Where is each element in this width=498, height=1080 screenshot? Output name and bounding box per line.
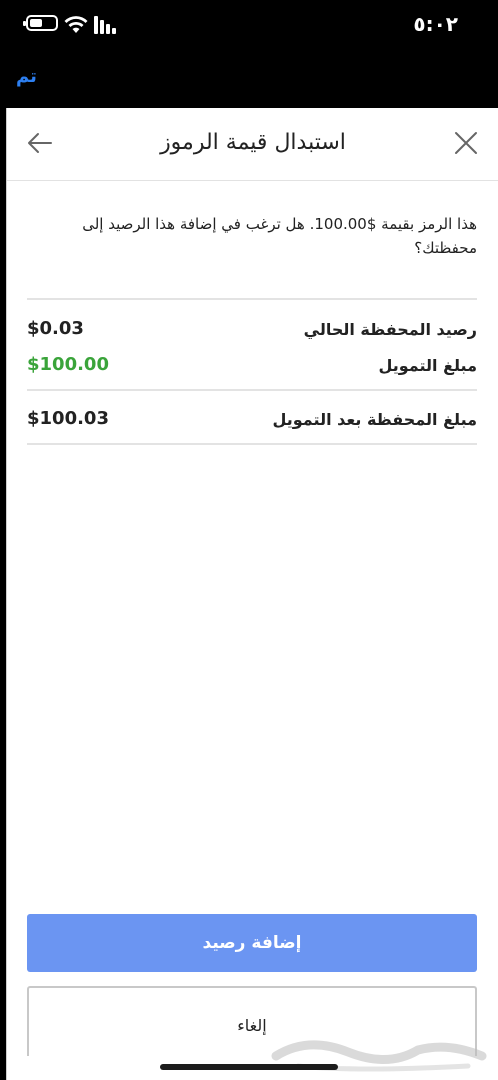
status-bar: ٥:٠٢ [0,0,498,54]
done-link[interactable]: تم [16,66,37,87]
balance-after-label: مبلغ المحفظة بعد التمويل [272,410,477,429]
balance-after-value: $100.03 [27,408,109,429]
dialog-header: استبدال قيمة الرموز [7,108,498,181]
divider [27,298,477,300]
battery-icon [23,15,58,31]
wifi-icon [64,16,88,33]
balance-after-row: مبلغ المحفظة بعد التمويل $100.03 [27,406,477,434]
add-balance-button[interactable]: إضافة رصيد [27,914,477,972]
arrow-left-icon[interactable] [27,130,53,156]
redeem-message: هذا الرمز بقيمة $100.00. هل ترغب في إضاف… [82,215,477,257]
close-icon[interactable] [453,130,479,156]
signal-icon [94,16,116,34]
divider [27,443,477,445]
app-bar: تم [0,54,498,106]
status-time: ٥:٠٢ [413,12,458,36]
current-balance-label: رصيد المحفظة الحالي [303,320,477,339]
funding-amount-label: مبلغ التمويل [378,356,477,375]
current-balance-row: رصيد المحفظة الحالي $0.03 [27,316,477,344]
divider [27,389,477,391]
funding-amount-row: مبلغ التمويل $100.00 [27,352,477,380]
phone-screen: ٥:٠٢ تم استبدال قيمة الرموز هذا الرمز بق… [0,0,498,1080]
home-indicator[interactable] [160,1064,338,1070]
dialog-title: استبدال قيمة الرموز [160,130,346,155]
funding-amount-value: $100.00 [27,354,109,375]
redeem-dialog: استبدال قيمة الرموز هذا الرمز بقيمة $100… [6,108,498,1080]
current-balance-value: $0.03 [27,318,84,339]
